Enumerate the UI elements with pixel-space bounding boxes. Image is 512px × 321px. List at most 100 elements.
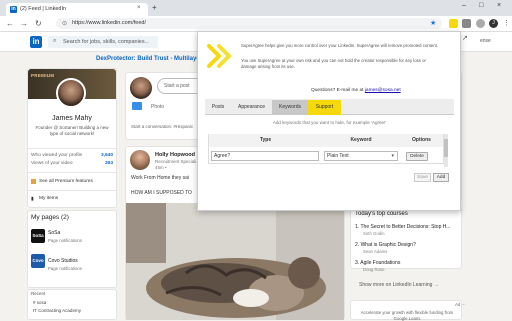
course-item[interactable]: 3. Agile Foundations: [355, 260, 400, 266]
recent-item[interactable]: # sosa: [33, 300, 46, 305]
keyword-type-input[interactable]: Agree?: [211, 151, 319, 161]
bookmark-star-icon[interactable]: ★: [430, 19, 436, 27]
top-courses-title: Today's top courses: [355, 211, 408, 217]
keyword-mode-select[interactable]: Plain Text ▾: [324, 151, 398, 161]
page-notifications[interactable]: Page notifications: [48, 238, 82, 243]
maximize-icon[interactable]: □: [479, 2, 483, 9]
recent-title: Recent: [31, 291, 46, 296]
divider: [28, 190, 116, 191]
course-name[interactable]: What is Graphic Design?: [361, 242, 416, 248]
my-items-link[interactable]: My items: [39, 196, 58, 201]
course-number: 3.: [355, 260, 360, 266]
search-icon: ⌕: [53, 38, 57, 44]
table-scrollbar-thumb[interactable]: [444, 139, 448, 157]
profile-avatar[interactable]: [56, 78, 86, 108]
share-icon[interactable]: ↗: [462, 34, 468, 42]
tab-keywords[interactable]: Keywords: [272, 100, 308, 115]
save-button[interactable]: Save: [414, 173, 431, 182]
sosa-page-logo[interactable]: SoSa: [31, 229, 45, 243]
superagree-logo: [203, 42, 235, 70]
bookmark-icon: ▮: [31, 196, 34, 202]
conversation-prompt[interactable]: Start a conversation: #Hispanic: [131, 124, 193, 129]
minimize-icon[interactable]: –: [462, 2, 466, 9]
stat-label-profile-views[interactable]: Who viewed your profile: [31, 153, 82, 158]
course-author: Sean Adams: [363, 249, 388, 254]
photo-label[interactable]: Photo: [151, 104, 164, 110]
course-author: Doug Rose: [363, 267, 385, 272]
user-avatar[interactable]: [130, 77, 152, 99]
premium-badge: PREMIUM: [31, 73, 55, 78]
tab-posts[interactable]: Posts: [205, 100, 231, 115]
covo-page-logo[interactable]: Covo: [31, 254, 45, 268]
photo-icon[interactable]: [132, 102, 142, 110]
promo-banner[interactable]: DexProtector: Build Trust - Multilaye: [96, 56, 200, 62]
url-text[interactable]: https://www.linkedin.com/feed/: [72, 20, 146, 26]
course-author: Seth Godin: [363, 231, 385, 236]
recent-item[interactable]: IT Contracting Academy: [33, 308, 81, 313]
my-pages-card: [27, 210, 117, 288]
my-pages-title[interactable]: My pages (2): [31, 214, 69, 221]
linkedin-favicon: in: [10, 6, 17, 13]
address-bar[interactable]: ⊙ https://www.linkedin.com/feed/ ★: [56, 18, 442, 29]
page-name[interactable]: SoSa: [48, 230, 60, 236]
popup-intro-text: SuperAgree helps give you more control o…: [241, 43, 439, 48]
back-icon[interactable]: ←: [6, 19, 14, 28]
page-name[interactable]: Covo Studios: [48, 258, 78, 264]
column-header-type: Type: [209, 134, 322, 147]
premium-features-link[interactable]: See all Premium features: [39, 179, 93, 184]
divider: [28, 172, 116, 173]
close-window-icon[interactable]: ×: [497, 2, 501, 9]
keyword-mode-value: Plain Text: [327, 153, 349, 159]
reload-icon[interactable]: ↻: [35, 19, 42, 28]
tab-support[interactable]: Support: [308, 100, 341, 115]
chevron-down-icon: ▾: [391, 153, 394, 159]
ad-label[interactable]: Ad ···: [455, 302, 466, 307]
superagree-logo-drawing: [207, 44, 232, 68]
start-post-label: Start a post: [164, 83, 190, 89]
divider: [28, 148, 116, 149]
new-tab-button[interactable]: +: [152, 3, 157, 12]
popup-contact: Questions? E-mail me at james@sosa.net: [311, 88, 401, 93]
forward-icon[interactable]: →: [20, 19, 28, 28]
browser-menu-icon[interactable]: ⋮: [503, 19, 510, 27]
profile-name[interactable]: James Mahy: [27, 115, 117, 122]
course-name[interactable]: Agile Foundations: [360, 260, 400, 266]
post-text: HOW AM I SUPPOSED TO: [131, 190, 192, 196]
search-bar[interactable]: ⌕ Search for jobs, skills, companies...: [48, 36, 158, 48]
course-name[interactable]: The Secret to Better Decisions: Stop H..…: [360, 224, 450, 230]
post-text: Work From Home they sai: [131, 175, 189, 181]
cat-photo[interactable]: [126, 203, 344, 320]
page-notifications[interactable]: Page notifications: [48, 266, 82, 271]
search-placeholder: Search for jobs, skills, companies...: [63, 39, 150, 45]
show-more-learning-link[interactable]: Show more on LinkedIn Learning →: [359, 282, 439, 288]
course-number: 2.: [355, 242, 360, 248]
extension-icon[interactable]: [462, 19, 471, 28]
course-item[interactable]: 1. The Secret to Better Decisions: Stop …: [355, 224, 451, 230]
stat-value-profile-views[interactable]: 3,540: [101, 153, 113, 158]
contact-email-link[interactable]: james@sosa.net: [365, 88, 401, 93]
post-time: 45m •: [155, 165, 167, 170]
post-author-headline: Recruitment Speciali...: [155, 159, 201, 164]
column-header-keyword: Keyword: [322, 134, 400, 147]
lock-icon: ⊙: [62, 21, 68, 27]
stat-value-video-views[interactable]: 263: [105, 161, 113, 166]
superagree-extension-icon[interactable]: [449, 19, 458, 28]
add-button[interactable]: Add: [433, 173, 449, 182]
puzzle-icon[interactable]: [476, 19, 485, 28]
stat-label-video-views[interactable]: Views of your video: [31, 161, 73, 166]
post-author-avatar[interactable]: [130, 150, 150, 170]
popup-disclaimer-text: You use SuperAgree at your own risk and …: [241, 58, 426, 69]
profile-avatar-icon[interactable]: J: [489, 19, 498, 28]
tab-appearance[interactable]: Appearance: [231, 100, 272, 115]
linkedin-logo[interactable]: in: [30, 36, 42, 48]
ad-text[interactable]: Accelerate your growth with flexible fun…: [355, 310, 459, 321]
column-header-options: Options: [400, 134, 443, 147]
tab-close-icon[interactable]: ×: [137, 5, 141, 11]
browser-tab[interactable]: in (2) Feed | LinkedIn ×: [6, 3, 148, 16]
course-number: 1.: [355, 224, 360, 230]
course-item[interactable]: 2. What is Graphic Design?: [355, 242, 416, 248]
delete-keyword-button[interactable]: Delete: [406, 152, 428, 161]
header-right-label[interactable]: ense: [480, 38, 491, 44]
post-author-name[interactable]: Holly Hopwood: [155, 152, 195, 158]
profile-headline: Founder @ SoSaner! Building a new type o…: [35, 125, 109, 136]
